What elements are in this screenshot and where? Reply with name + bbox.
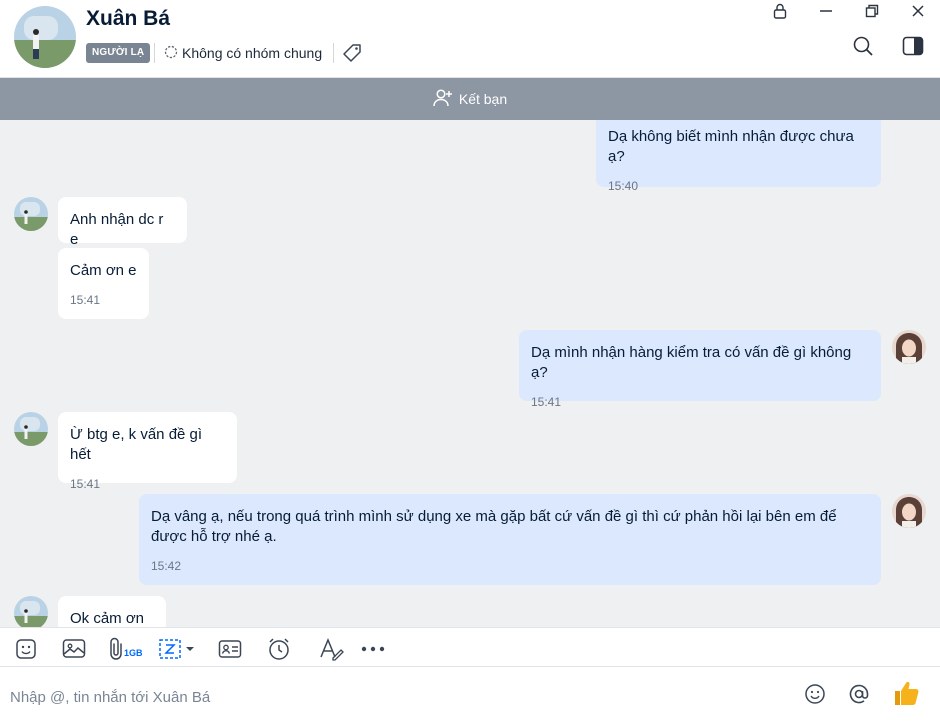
- my-avatar-small[interactable]: [892, 330, 926, 364]
- message-incoming[interactable]: Ừ btg e, k vấn đề gì hết 15:41: [58, 412, 237, 491]
- message-time: 15:41: [70, 477, 101, 491]
- common-groups[interactable]: Không có nhóm chung: [164, 43, 322, 63]
- message-incoming[interactable]: Ok cảm ơn e: [58, 596, 166, 627]
- message-list[interactable]: Dạ không biết mình nhận được chưa ạ? 15:…: [0, 120, 940, 627]
- message-time: 15:40: [608, 179, 639, 193]
- stranger-badge: NGƯỜI LẠ: [86, 43, 151, 63]
- screenshot-icon[interactable]: [158, 636, 198, 662]
- message-time: 15:42: [151, 559, 182, 573]
- message-outgoing[interactable]: Dạ mình nhận hàng kiểm tra có vấn đề gì …: [519, 330, 881, 409]
- message-outgoing[interactable]: Dạ không biết mình nhận được chưa ạ? 15:…: [596, 120, 881, 193]
- minimize-icon[interactable]: [806, 0, 846, 22]
- reminder-clock-icon[interactable]: [266, 636, 292, 662]
- contact-avatar-small[interactable]: [14, 412, 48, 446]
- chat-header: Xuân Bá NGƯỜI LẠ Không có nhóm chung: [0, 0, 940, 78]
- message-text: Anh nhận dc r e: [70, 211, 164, 248]
- message-text: Ok cảm ơn e: [70, 610, 145, 627]
- attach-size-limit: 1GB: [124, 648, 143, 658]
- text-format-icon[interactable]: [319, 636, 345, 662]
- add-friend-bar[interactable]: Kết bạn: [0, 78, 940, 120]
- restore-icon[interactable]: [852, 0, 892, 22]
- message-outgoing[interactable]: Dạ vâng ạ, nếu trong quá trình mình sử d…: [139, 494, 881, 585]
- contact-avatar[interactable]: [14, 6, 76, 68]
- divider: [333, 43, 334, 63]
- message-text: Ừ btg e, k vấn đề gì hết: [70, 426, 203, 463]
- composer: [0, 667, 940, 723]
- message-time: 15:41: [531, 395, 562, 409]
- lock-icon[interactable]: [760, 0, 800, 22]
- contact-card-icon[interactable]: [217, 636, 243, 662]
- search-icon[interactable]: [850, 33, 876, 59]
- common-groups-label: Không có nhóm chung: [182, 45, 323, 61]
- groups-dashed-circle-icon: [164, 45, 178, 62]
- contact-avatar-small[interactable]: [14, 197, 48, 231]
- message-text: Dạ vâng ạ, nếu trong quá trình mình sử d…: [151, 508, 837, 545]
- close-icon[interactable]: [898, 0, 938, 22]
- divider: [154, 43, 155, 63]
- more-icon[interactable]: [360, 636, 386, 662]
- message-text: Dạ mình nhận hàng kiểm tra có vấn đề gì …: [531, 344, 852, 381]
- message-text: Cảm ơn e: [70, 262, 137, 279]
- contact-avatar-small[interactable]: [14, 596, 48, 627]
- add-friend-label: Kết bạn: [458, 91, 508, 107]
- message-text: Dạ không biết mình nhận được chưa ạ?: [608, 128, 854, 165]
- message-time: 15:41: [70, 293, 101, 307]
- mention-icon[interactable]: [846, 681, 872, 707]
- my-avatar-small[interactable]: [892, 494, 926, 528]
- tag-icon[interactable]: [341, 42, 363, 64]
- message-incoming[interactable]: Cảm ơn e 15:41: [58, 248, 149, 319]
- add-friend-icon: [433, 88, 453, 110]
- emoji-icon[interactable]: [802, 681, 828, 707]
- contact-name[interactable]: Xuân Bá: [86, 7, 170, 31]
- message-input[interactable]: [10, 685, 770, 709]
- sticker-icon[interactable]: [13, 636, 39, 662]
- panel-toggle-icon[interactable]: [900, 33, 926, 59]
- composer-toolbar: 1GB: [0, 627, 940, 667]
- image-icon[interactable]: [61, 636, 87, 662]
- message-incoming[interactable]: Anh nhận dc r e: [58, 197, 187, 248]
- thumbs-up-icon[interactable]: [891, 678, 921, 708]
